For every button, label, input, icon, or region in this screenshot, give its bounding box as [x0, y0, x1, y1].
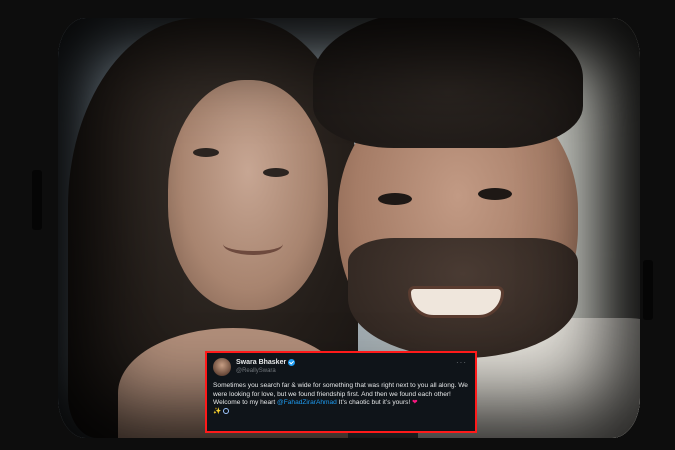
- more-icon: ···: [456, 358, 467, 367]
- film-notch-right: [643, 260, 653, 320]
- avatar: [213, 358, 231, 376]
- display-name-text: Swara Bhasker: [236, 359, 287, 366]
- woman-right-eye: [263, 168, 289, 177]
- man-hair: [313, 18, 583, 148]
- film-notch-left: [32, 170, 42, 230]
- tweet-header: Swara Bhasker @ReallySwara ···: [213, 356, 469, 378]
- heart-icon: ❤: [412, 399, 418, 407]
- tweet-line-1: Sometimes you search far & wide for some…: [213, 382, 468, 398]
- display-name: Swara Bhasker: [236, 358, 296, 367]
- dizzy-icon: [223, 407, 230, 414]
- tweet-text: Sometimes you search far & wide for some…: [213, 382, 469, 416]
- tweet-author: Swara Bhasker @ReallySwara: [236, 358, 296, 376]
- woman-left-eye: [193, 148, 219, 157]
- man-right-eye: [478, 188, 512, 200]
- man-smile: [408, 286, 504, 318]
- woman-face: [168, 80, 328, 310]
- verified-icon: [288, 359, 296, 366]
- tweet-screenshot: Swara Bhasker @ReallySwara ··· Sometimes…: [205, 351, 477, 433]
- woman-smile: [223, 233, 283, 255]
- mention-link: @FahadZirarAhmad: [277, 399, 337, 407]
- tweet-line-2-suffix: It’s chaotic but it’s yours!: [336, 399, 413, 407]
- tweet-line-2-prefix: Welcome to my heart: [213, 399, 278, 407]
- man-left-eye: [378, 193, 412, 205]
- user-handle: @ReallySwara: [236, 368, 276, 374]
- sparkle-icon: ✨: [213, 407, 222, 415]
